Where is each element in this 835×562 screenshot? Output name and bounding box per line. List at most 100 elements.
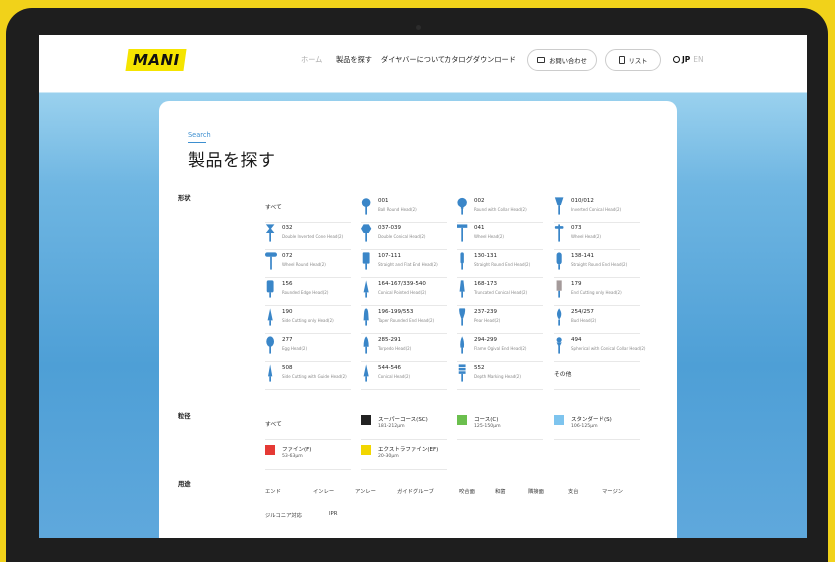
bur-cylinder-thin-icon bbox=[460, 252, 464, 270]
row-divider bbox=[554, 439, 640, 440]
shape-option[interactable]: 285-291 Torpedo Head(2) bbox=[361, 335, 447, 362]
shape-option[interactable]: 073 Wheel Head(2) bbox=[554, 223, 640, 250]
use-option[interactable]: アンレー bbox=[355, 487, 376, 495]
lang-en[interactable]: EN bbox=[693, 55, 703, 64]
bur-truncated-cone-icon bbox=[459, 280, 465, 298]
row-divider bbox=[361, 469, 447, 470]
language-switcher[interactable]: JP EN bbox=[673, 55, 704, 64]
shape-description: Round with Collar Head(2) bbox=[474, 207, 527, 212]
grit-option[interactable]: スタンダード(S) 106-125µm bbox=[554, 413, 640, 440]
shape-option[interactable]: 254/257 Bud Head(2) bbox=[554, 307, 640, 334]
shape-option[interactable]: 002 Round with Collar Head(2) bbox=[457, 196, 543, 223]
nav-about-diabur[interactable]: ダイヤバーについて bbox=[381, 55, 445, 65]
shape-option[interactable]: 107-111 Straight and Flat End Head(2) bbox=[361, 251, 447, 278]
shape-code: 073 bbox=[571, 225, 582, 231]
shape-code: 196-199/553 bbox=[378, 309, 414, 315]
shape-option[interactable]: 552 Depth Marking Head(2) bbox=[457, 363, 543, 390]
shape-description: Wheel Head(2) bbox=[571, 234, 601, 239]
shape-option[interactable]: 032 Double Inverted Cone Head(2) bbox=[265, 223, 351, 250]
shape-option[interactable]: すべて bbox=[265, 196, 351, 223]
list-button[interactable]: リスト bbox=[605, 49, 661, 71]
shape-option[interactable]: 190 Side Cutting only Head(2) bbox=[265, 307, 351, 334]
shape-option[interactable]: 130-131 Straight Round End Head(2) bbox=[457, 251, 543, 278]
section-eyebrow: Search bbox=[188, 131, 211, 139]
shape-option[interactable]: 001 Ball Round Head(2) bbox=[361, 196, 447, 223]
shape-option[interactable]: 072 Wheel Round Head(2) bbox=[265, 251, 351, 278]
shape-option[interactable]: 544-546 Conical Head(2) bbox=[361, 363, 447, 390]
shape-option[interactable]: その他 bbox=[554, 363, 640, 390]
grit-range: 106-125µm bbox=[571, 424, 598, 429]
shape-option[interactable]: 164-167/339-540 Conical Pointed Head(2) bbox=[361, 279, 447, 306]
bur-cylinder-wide-icon bbox=[266, 280, 274, 298]
grit-option[interactable]: ファイン(F) 53-63µm bbox=[265, 443, 351, 470]
shape-option[interactable]: 237-239 Pear Head(2) bbox=[457, 307, 543, 334]
shape-description: Wheel Head(2) bbox=[474, 234, 504, 239]
grit-option[interactable]: すべて bbox=[265, 413, 351, 440]
lang-jp[interactable]: JP bbox=[682, 55, 690, 64]
shape-description: Conical Head(2) bbox=[378, 374, 411, 379]
contact-button[interactable]: お問い合わせ bbox=[527, 49, 597, 71]
shape-description: Spherical with Conical Collar Head(2) bbox=[571, 346, 646, 351]
shape-option[interactable]: 494 Spherical with Conical Collar Head(2) bbox=[554, 335, 646, 362]
shape-code: 190 bbox=[282, 309, 293, 315]
row-divider bbox=[265, 305, 351, 306]
row-divider bbox=[457, 333, 543, 334]
shape-option[interactable]: 010/012 Inverted Conical Head(2) bbox=[554, 196, 640, 223]
row-divider bbox=[361, 277, 447, 278]
shape-code: 002 bbox=[474, 198, 485, 204]
use-option[interactable]: マージン bbox=[602, 487, 623, 495]
shape-code: 168-173 bbox=[474, 281, 497, 287]
shape-option[interactable]: 037-039 Double Conical Head(2) bbox=[361, 223, 447, 250]
grit-name: ファイン(F) bbox=[282, 447, 312, 453]
shape-option[interactable]: 156 Rounded Edge Head(2) bbox=[265, 279, 351, 306]
use-option[interactable]: ガイドグルーブ bbox=[397, 487, 434, 495]
shape-code: 107-111 bbox=[378, 253, 401, 259]
shape-option[interactable]: 277 Egg Head(2) bbox=[265, 335, 351, 362]
use-option[interactable]: 隣接面 bbox=[528, 487, 544, 495]
nav-search-products[interactable]: 製品を探す bbox=[336, 55, 372, 65]
grit-option[interactable]: スーパーコース(SC) 181-212µm bbox=[361, 413, 447, 440]
section-label-grit: 粒径 bbox=[178, 413, 191, 420]
use-option[interactable]: ジルコニア対応 bbox=[265, 511, 302, 519]
row-divider bbox=[457, 439, 543, 440]
row-divider bbox=[457, 361, 543, 362]
bur-taper-round-icon bbox=[363, 308, 369, 326]
shape-option-label: その他 bbox=[554, 372, 572, 378]
shape-option[interactable]: 138-141 Straight Round End Head(2) bbox=[554, 251, 640, 278]
use-option[interactable]: 支台 bbox=[568, 487, 579, 495]
nav-catalog-download[interactable]: カタログダウンロード bbox=[444, 55, 516, 65]
use-option[interactable]: 咬合面 bbox=[459, 487, 475, 495]
use-option[interactable]: IPR bbox=[329, 511, 337, 517]
shape-option[interactable]: 196-199/553 Taper Rounded End Head(2) bbox=[361, 307, 447, 334]
shape-description: End Cutting only Head(2) bbox=[571, 290, 622, 295]
list-icon bbox=[618, 56, 625, 64]
grit-name: コース(C) bbox=[474, 417, 499, 423]
grit-option[interactable]: エクストラファイン(EF) 20-30µm bbox=[361, 443, 447, 470]
bur-guide-icon bbox=[268, 364, 273, 382]
mani-logo[interactable]: MANI bbox=[125, 49, 187, 71]
row-divider bbox=[265, 277, 351, 278]
grit-name: エクストラファイン(EF) bbox=[378, 447, 439, 453]
grit-option[interactable]: コース(C) 125-150µm bbox=[457, 413, 543, 440]
page-title: 製品を探す bbox=[188, 151, 276, 171]
row-divider bbox=[265, 361, 351, 362]
shape-option[interactable]: 508 Side Cutting with Guide Head(2) bbox=[265, 363, 351, 390]
shape-option[interactable]: 041 Wheel Head(2) bbox=[457, 223, 543, 250]
row-divider bbox=[457, 277, 543, 278]
use-option[interactable]: エンド bbox=[265, 487, 281, 495]
grit-range: 53-63µm bbox=[282, 454, 303, 459]
use-option[interactable]: 和歯 bbox=[495, 487, 506, 495]
shape-option[interactable]: 294-299 Flame Ogival End Head(2) bbox=[457, 335, 543, 362]
shape-description: Truncated Conical Head(2) bbox=[474, 290, 528, 295]
shape-option[interactable]: 168-173 Truncated Conical Head(2) bbox=[457, 279, 543, 306]
nav-home[interactable]: ホーム bbox=[301, 55, 322, 65]
use-option[interactable]: インレー bbox=[313, 487, 334, 495]
shape-description: Wheel Round Head(2) bbox=[282, 262, 326, 267]
bur-torpedo-icon bbox=[363, 336, 369, 354]
grit-color-swatch bbox=[554, 415, 564, 425]
row-divider bbox=[361, 305, 447, 306]
shape-option[interactable]: 179 End Cutting only Head(2) bbox=[554, 279, 640, 306]
row-divider bbox=[457, 249, 543, 250]
grit-color-swatch bbox=[361, 415, 371, 425]
shape-code: 285-291 bbox=[378, 337, 401, 343]
